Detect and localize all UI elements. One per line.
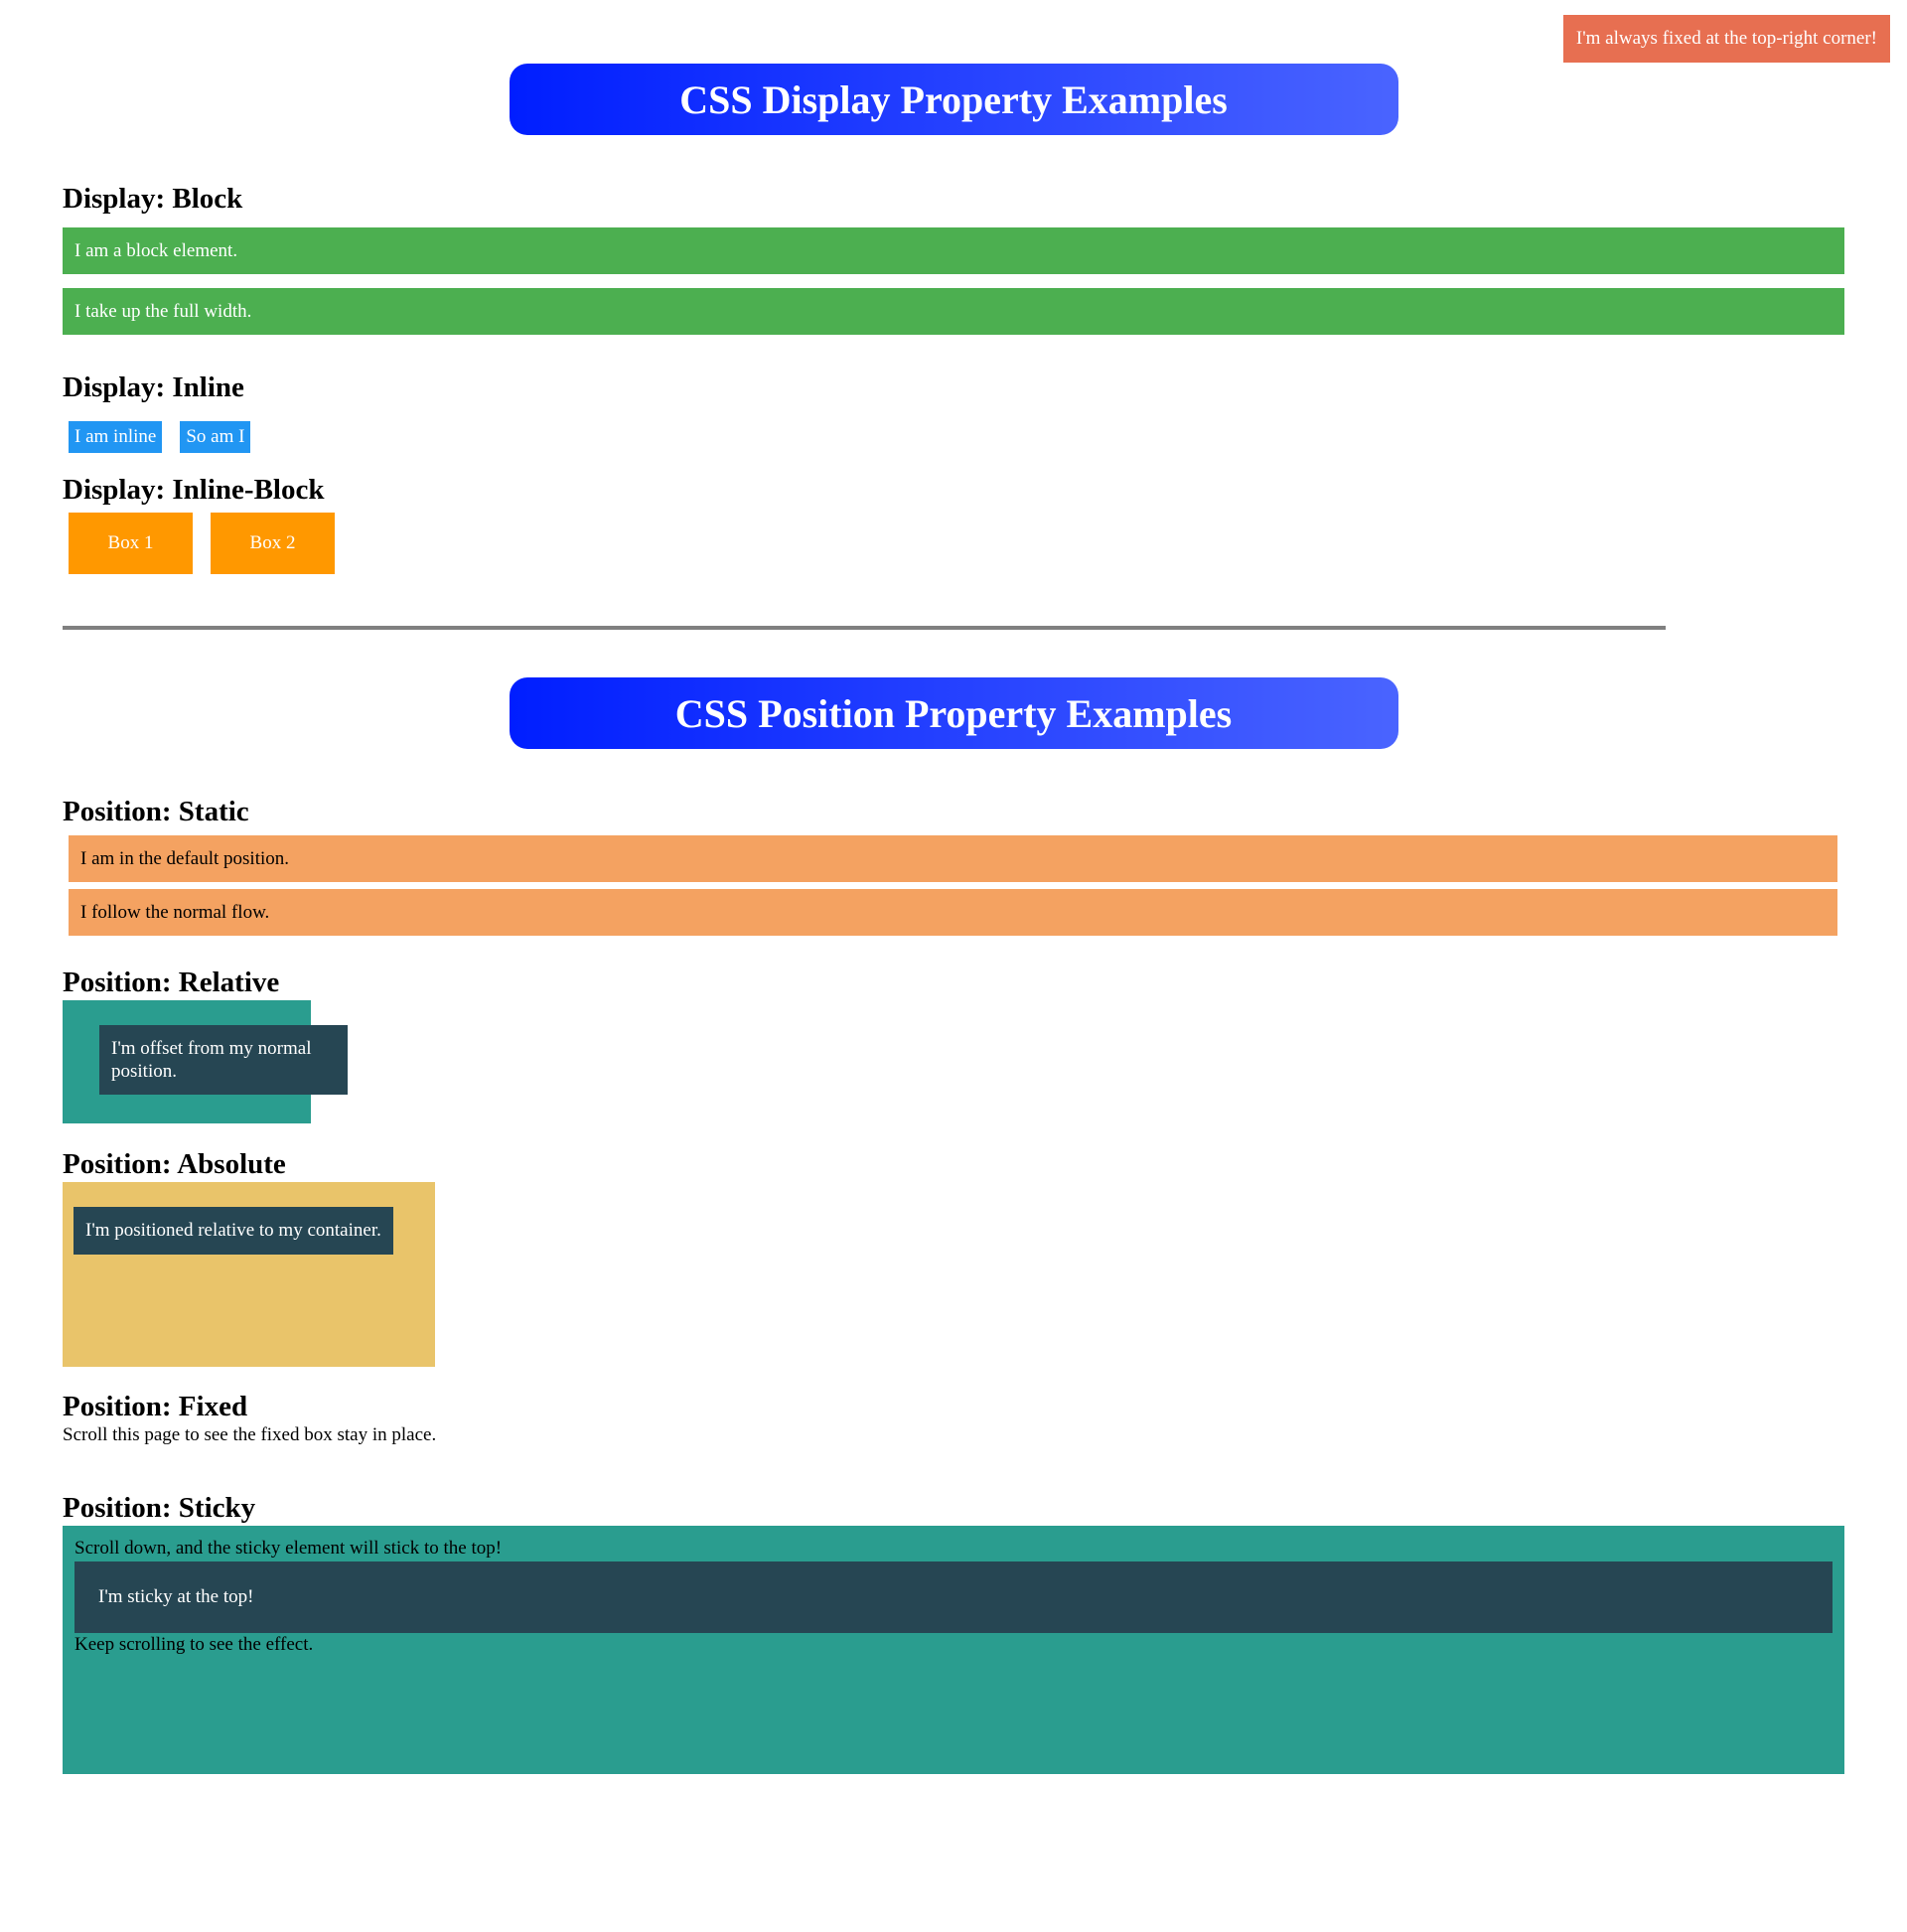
inline-element-1: I am inline bbox=[69, 421, 163, 453]
fixed-corner-note: I'm always fixed at the top-right corner… bbox=[1562, 15, 1890, 63]
absolute-container: I'm positioned relative to my container. bbox=[63, 1182, 435, 1367]
inline-block-box-1: Box 1 bbox=[69, 513, 193, 574]
relative-container: I'm offset from my normal position. bbox=[63, 1000, 348, 1123]
static-element-1: I am in the default position. bbox=[69, 835, 1837, 882]
relative-heading: Position: Relative bbox=[63, 966, 280, 998]
sticky-element: I'm sticky at the top! bbox=[74, 1561, 1833, 1633]
static-heading: Position: Static bbox=[63, 796, 249, 827]
inline-heading: Display: Inline bbox=[63, 372, 244, 403]
sticky-intro-text: Scroll down, and the sticky element will… bbox=[74, 1538, 503, 1559]
position-banner-wrap: CSS Position Property Examples bbox=[63, 677, 1844, 749]
relative-offset-box: I'm offset from my normal position. bbox=[99, 1025, 348, 1095]
inline-row: I am inline So am I bbox=[69, 421, 264, 453]
absolute-positioned-box: I'm positioned relative to my container. bbox=[73, 1207, 393, 1255]
section-divider bbox=[63, 626, 1666, 630]
block-element-2: I take up the full width. bbox=[63, 288, 1844, 335]
block-heading: Display: Block bbox=[63, 183, 243, 215]
absolute-heading: Position: Absolute bbox=[63, 1148, 286, 1180]
block-element-1: I am a block element. bbox=[63, 227, 1844, 274]
inline-block-box-2: Box 2 bbox=[211, 513, 335, 574]
sticky-outro-text: Keep scrolling to see the effect. bbox=[74, 1634, 314, 1655]
position-banner-title: CSS Position Property Examples bbox=[674, 690, 1233, 736]
position-banner: CSS Position Property Examples bbox=[509, 677, 1398, 749]
inline-block-row: Box 1 Box 2 bbox=[69, 513, 349, 574]
static-element-2: I follow the normal flow. bbox=[69, 889, 1837, 936]
fixed-description: Scroll this page to see the fixed box st… bbox=[63, 1424, 437, 1445]
fixed-heading: Position: Fixed bbox=[63, 1391, 248, 1422]
display-banner-wrap: CSS Display Property Examples bbox=[63, 64, 1844, 135]
sticky-heading: Position: Sticky bbox=[63, 1492, 256, 1524]
sticky-element-label: I'm sticky at the top! bbox=[98, 1586, 254, 1607]
sticky-container[interactable]: Scroll down, and the sticky element will… bbox=[63, 1526, 1844, 1774]
display-banner-title: CSS Display Property Examples bbox=[679, 76, 1228, 122]
inline-element-2: So am I bbox=[180, 421, 251, 453]
display-banner: CSS Display Property Examples bbox=[509, 64, 1398, 135]
inline-block-heading: Display: Inline-Block bbox=[63, 474, 325, 506]
